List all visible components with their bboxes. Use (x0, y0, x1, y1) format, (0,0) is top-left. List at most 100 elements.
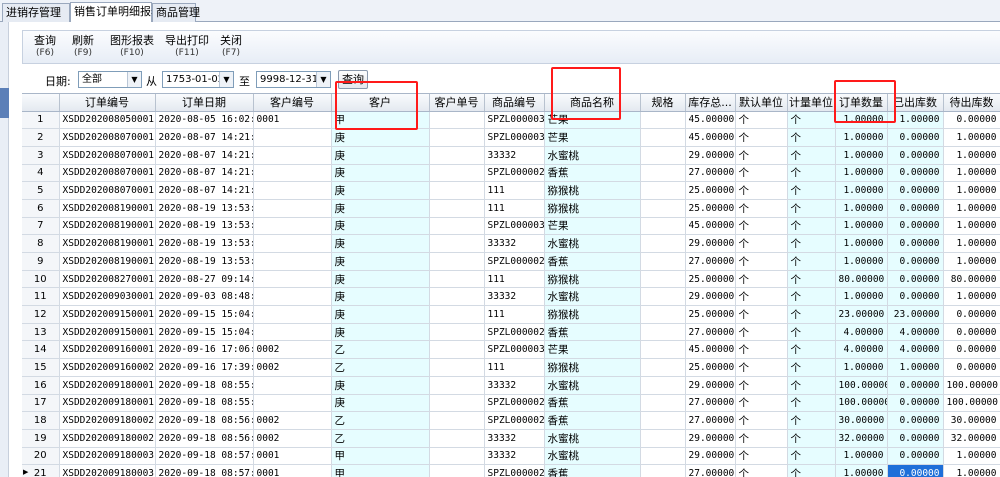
cell-measure-unit[interactable]: 个 (787, 429, 836, 448)
tab-sales-order-report[interactable]: 销售订单明细报表 (70, 2, 162, 23)
cell-customer-order-no[interactable] (429, 376, 485, 395)
cell-customer-order-no[interactable] (429, 234, 485, 253)
column-header-order-date[interactable]: 订单日期 (155, 94, 254, 112)
cell-order-no[interactable]: XSDD202009150001 (59, 323, 156, 342)
table-row[interactable]: 16 XSDD2020091800012020-09-18 08:55:11 庚 33… (22, 376, 1000, 395)
cell-order-date[interactable]: 2020-08-19 13:53:13 (155, 234, 254, 253)
cell-product-code[interactable]: 111 (484, 358, 545, 377)
cell-customer[interactable]: 庚 (331, 305, 430, 324)
cell-order-qty[interactable]: 23.00000 (835, 305, 888, 324)
cell-default-unit[interactable]: 个 (735, 464, 788, 477)
cell-pending-qty[interactable]: 80.00000 (943, 270, 1000, 289)
cell-customer-code[interactable] (253, 217, 332, 236)
cell-spec[interactable] (640, 411, 686, 430)
cell-default-unit[interactable]: 个 (735, 394, 788, 413)
cell-stock-total[interactable]: 27.00000 (685, 464, 736, 477)
cell-spec[interactable] (640, 270, 686, 289)
cell-order-date[interactable]: 2020-08-07 14:21:55 (155, 181, 254, 200)
cell-order-qty[interactable]: 1.00000 (835, 287, 888, 307)
cell-customer[interactable]: 庚 (331, 234, 430, 253)
cell-measure-unit[interactable]: 个 (787, 447, 836, 466)
cell-shipped-qty[interactable]: 0.00000 (887, 164, 944, 183)
cell-shipped-qty[interactable]: 23.00000 (887, 305, 944, 324)
cell-stock-total[interactable]: 45.00000 (685, 111, 736, 130)
cell-default-unit[interactable]: 个 (735, 323, 788, 342)
cell-customer-order-no[interactable] (429, 394, 485, 413)
cell-spec[interactable] (640, 252, 686, 271)
cell-customer-code[interactable]: 0001 (253, 447, 332, 466)
cell-pending-qty[interactable]: 1.00000 (943, 287, 1000, 307)
cell-product-name[interactable]: 猕猴桃 (544, 305, 641, 324)
cell-measure-unit[interactable]: 个 (787, 111, 836, 130)
column-header-pending-qty[interactable]: 待出库数 (943, 94, 1000, 112)
cell-order-no[interactable]: XSDD202009180001 (59, 394, 156, 413)
cell-product-code[interactable]: SPZL000003 (484, 111, 545, 130)
cell-pending-qty[interactable]: 100.00000 (943, 394, 1000, 413)
cell-customer-code[interactable] (253, 376, 332, 395)
cell-product-name[interactable]: 芒果 (544, 111, 641, 130)
cell-stock-total[interactable]: 27.00000 (685, 164, 736, 183)
cell-order-date[interactable]: 2020-09-16 17:39:21 (155, 358, 254, 377)
cell-spec[interactable] (640, 464, 686, 477)
cell-customer[interactable]: 庚 (331, 287, 430, 307)
table-row[interactable]: ▶ 21 XSDD2020091800032020-09-18 08:57:2900… (22, 464, 1000, 477)
cell-order-no[interactable]: XSDD202008070001 (59, 146, 156, 165)
cell-product-code[interactable]: SPZL000002 (484, 394, 545, 413)
cell-order-date[interactable]: 2020-08-07 14:21:55 (155, 146, 254, 165)
cell-order-qty[interactable]: 30.00000 (835, 411, 888, 430)
column-header-stock-total[interactable]: 库存总... (685, 94, 736, 112)
cell-order-qty[interactable]: 4.00000 (835, 340, 888, 360)
cell-customer-order-no[interactable] (429, 252, 485, 271)
cell-row-number[interactable]: ▶ 21 (22, 464, 60, 477)
cell-spec[interactable] (640, 181, 686, 200)
cell-spec[interactable] (640, 340, 686, 360)
cell-row-number[interactable]: 6 (22, 199, 60, 218)
cell-default-unit[interactable]: 个 (735, 447, 788, 466)
cell-row-number[interactable]: 9 (22, 252, 60, 271)
calendar-dropdown-icon[interactable]: ▼ (219, 72, 233, 87)
cell-measure-unit[interactable]: 个 (787, 146, 836, 165)
cell-order-no[interactable]: XSDD202008070001 (59, 164, 156, 183)
cell-order-qty[interactable]: 1.00000 (835, 447, 888, 466)
cell-customer-order-no[interactable] (429, 323, 485, 342)
cell-stock-total[interactable]: 27.00000 (685, 411, 736, 430)
cell-customer-code[interactable] (253, 181, 332, 200)
cell-order-date[interactable]: 2020-08-07 14:21:55 (155, 128, 254, 147)
cell-customer-order-no[interactable] (429, 340, 485, 360)
cell-default-unit[interactable]: 个 (735, 111, 788, 130)
cell-spec[interactable] (640, 358, 686, 377)
cell-order-qty[interactable]: 1.00000 (835, 128, 888, 147)
cell-customer-order-no[interactable] (429, 411, 485, 430)
cell-customer[interactable]: 庚 (331, 164, 430, 183)
cell-customer-order-no[interactable] (429, 429, 485, 448)
cell-row-number[interactable]: 2 (22, 128, 60, 147)
close-button[interactable]: 关闭 (F7) (219, 34, 243, 62)
cell-pending-qty[interactable]: 0.00000 (943, 358, 1000, 377)
cell-pending-qty[interactable]: 100.00000 (943, 376, 1000, 395)
cell-product-code[interactable]: SPZL000002 (484, 252, 545, 271)
cell-shipped-qty[interactable]: 4.00000 (887, 323, 944, 342)
cell-shipped-qty[interactable]: 0.00000 (887, 411, 944, 430)
cell-order-qty[interactable]: 1.00000 (835, 234, 888, 253)
cell-customer[interactable]: 甲 (331, 447, 430, 466)
cell-product-code[interactable]: 111 (484, 199, 545, 218)
cell-measure-unit[interactable]: 个 (787, 252, 836, 271)
cell-default-unit[interactable]: 个 (735, 429, 788, 448)
table-row[interactable]: 8 XSDD2020081900012020-08-19 13:53:13 庚 333… (22, 234, 1000, 253)
query-button[interactable]: 查询 (F6) (33, 34, 57, 62)
cell-spec[interactable] (640, 199, 686, 218)
cell-customer-order-no[interactable] (429, 128, 485, 147)
cell-default-unit[interactable]: 个 (735, 287, 788, 307)
cell-pending-qty[interactable]: 1.00000 (943, 128, 1000, 147)
column-header-spec[interactable]: 规格 (640, 94, 686, 112)
cell-shipped-qty[interactable]: 0.00000 (887, 252, 944, 271)
cell-customer[interactable]: 庚 (331, 146, 430, 165)
cell-customer-order-no[interactable] (429, 287, 485, 307)
cell-product-name[interactable]: 香蕉 (544, 323, 641, 342)
cell-spec[interactable] (640, 146, 686, 165)
cell-order-no[interactable]: XSDD202008070001 (59, 181, 156, 200)
cell-product-name[interactable]: 水蜜桃 (544, 287, 641, 307)
cell-customer[interactable]: 庚 (331, 270, 430, 289)
cell-order-no[interactable]: XSDD202009160002 (59, 358, 156, 377)
cell-customer[interactable]: 甲 (331, 111, 430, 130)
